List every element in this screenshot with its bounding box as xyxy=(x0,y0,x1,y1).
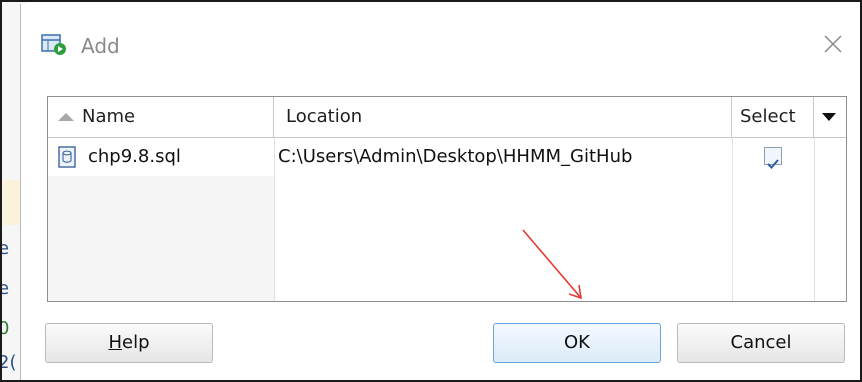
screenshot-border xyxy=(0,0,862,382)
